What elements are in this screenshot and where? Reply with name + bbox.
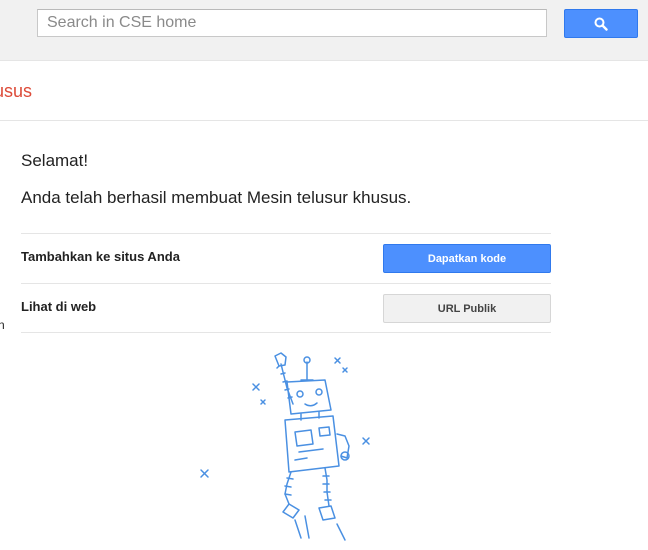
success-message: Selamat! Anda telah berhasil membuat Mes… <box>21 150 551 209</box>
sparkle-icon <box>200 469 209 478</box>
search-button[interactable] <box>564 9 638 38</box>
action-list: Tambahkan ke situs Anda Dapatkan kode Li… <box>21 233 551 333</box>
action-label: Tambahkan ke situs Anda <box>21 249 180 264</box>
search-icon <box>594 17 608 31</box>
brand-title: usus <box>0 81 33 101</box>
page-title: Selamat! <box>21 151 89 170</box>
sparkle-icon <box>260 399 266 405</box>
get-code-button[interactable]: Dapatkan kode <box>383 244 551 273</box>
search-input[interactable] <box>37 9 547 37</box>
sparkle-icon <box>252 383 260 391</box>
sparkle-icon <box>342 367 348 373</box>
action-label: Lihat di web <box>21 299 97 314</box>
sparkle-icon <box>362 437 370 445</box>
success-text: Anda telah berhasil membuat Mesin telusu… <box>21 188 412 207</box>
robot-illustration <box>200 352 370 541</box>
public-url-button[interactable]: URL Publik <box>383 294 551 323</box>
top-search-bar <box>0 0 648 61</box>
page-header: usus <box>0 61 648 121</box>
action-row-add-to-site: Tambahkan ke situs Anda Dapatkan kode <box>21 233 551 283</box>
sparkle-icon <box>334 357 341 364</box>
sidebar-text-fragment: n <box>0 318 5 332</box>
action-row-view-on-web: Lihat di web URL Publik <box>21 283 551 333</box>
